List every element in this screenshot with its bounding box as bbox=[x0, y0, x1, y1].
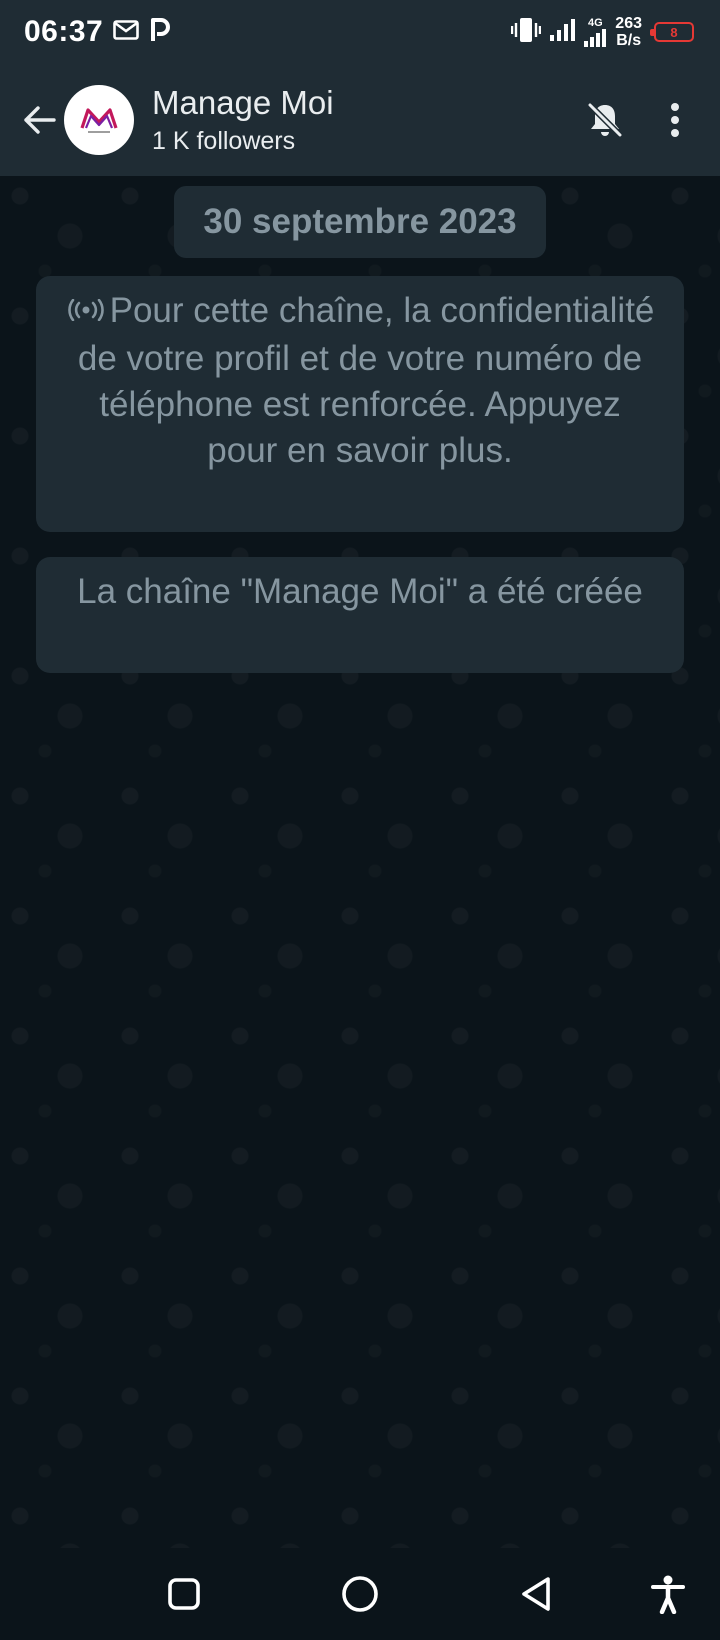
home-circle-icon bbox=[342, 1576, 378, 1612]
header-actions bbox=[570, 85, 710, 155]
privacy-notice-text: Pour cette chaîne, la confidentialité de… bbox=[77, 291, 655, 470]
privacy-notice[interactable]: Pour cette chaîne, la confidentialité de… bbox=[36, 276, 684, 532]
chat-area[interactable]: 30 septembre 2023 Pour cette chaîne, la … bbox=[0, 176, 720, 1548]
accessibility-button[interactable] bbox=[638, 1566, 698, 1622]
channel-created-text: La chaîne "Manage Moi" a été créée bbox=[77, 572, 643, 611]
signal-icon bbox=[549, 18, 576, 47]
channel-title-block[interactable]: Manage Moi 1 K followers bbox=[152, 83, 334, 157]
accessibility-person-icon bbox=[651, 1575, 685, 1614]
vibrate-icon bbox=[511, 17, 542, 48]
network-type: 4G bbox=[587, 16, 603, 29]
back-button[interactable] bbox=[506, 1566, 566, 1622]
back-triangle-icon bbox=[522, 1577, 550, 1611]
mute-bell-icon bbox=[587, 102, 623, 138]
parking-app-icon bbox=[149, 17, 171, 48]
mail-icon bbox=[113, 19, 140, 45]
network-speed: 263 B/s bbox=[615, 15, 642, 49]
back-arrow-button[interactable] bbox=[14, 90, 64, 150]
status-bar: 06:37 4G 263 B/s 8 bbox=[0, 0, 720, 64]
manage-moi-logo-icon bbox=[80, 108, 118, 133]
back-arrow-icon bbox=[24, 106, 56, 134]
battery-level: 8 bbox=[670, 24, 678, 40]
channel-name: Manage Moi bbox=[152, 84, 334, 121]
channel-header: Manage Moi 1 K followers bbox=[0, 64, 720, 176]
battery-icon: 8 bbox=[650, 22, 694, 42]
date-chip: 30 septembre 2023 bbox=[174, 186, 546, 258]
home-button[interactable] bbox=[330, 1566, 390, 1622]
status-left: 06:37 bbox=[24, 15, 171, 49]
recents-button[interactable] bbox=[154, 1566, 214, 1622]
recents-square-icon bbox=[168, 1578, 200, 1610]
speed-unit: B/s bbox=[616, 32, 642, 49]
followers-count: 1 K followers bbox=[152, 127, 296, 155]
broadcast-icon bbox=[66, 287, 106, 333]
signal-4g-icon: 4G bbox=[583, 16, 607, 47]
system-nav-bar bbox=[0, 1548, 720, 1640]
more-options-icon bbox=[671, 103, 679, 137]
mute-button[interactable] bbox=[570, 85, 640, 155]
channel-created-notice: La chaîne "Manage Moi" a été créée bbox=[36, 557, 684, 673]
status-right: 4G 263 B/s 8 bbox=[511, 15, 694, 49]
status-time: 06:37 bbox=[24, 15, 104, 48]
speed-value: 263 bbox=[615, 15, 642, 32]
channel-avatar[interactable] bbox=[64, 85, 134, 155]
more-options-button[interactable] bbox=[640, 85, 710, 155]
